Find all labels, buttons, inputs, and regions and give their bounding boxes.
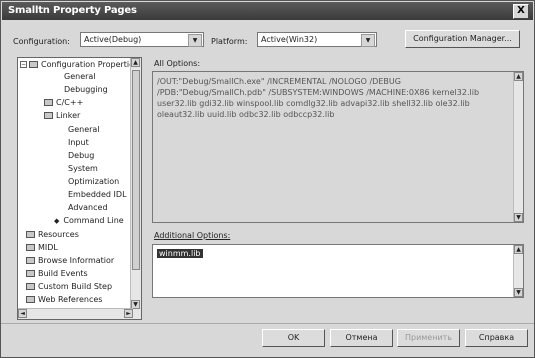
settings-tree[interactable]: − Configuration Propertie General Debuggi… <box>17 57 142 320</box>
tree-item-linker-system[interactable]: System <box>68 164 98 174</box>
folder-icon <box>29 61 38 68</box>
folder-icon <box>26 231 35 238</box>
divider <box>1 323 534 324</box>
tree-item-linker-debug[interactable]: Debug <box>68 151 94 161</box>
additional-options-scrollbar[interactable]: ▲ ▼ <box>513 245 523 297</box>
tree-item-cpp[interactable]: C/C++ <box>44 98 83 108</box>
additional-options-textbox[interactable]: winmm.lib ▲ ▼ <box>152 244 524 298</box>
tree-horizontal-scrollbar[interactable]: ◄ ► <box>18 308 133 319</box>
configuration-value: Active(Debug) <box>84 35 142 44</box>
configuration-select[interactable]: Active(Debug) ▼ <box>80 32 204 47</box>
tree-item-linker[interactable]: Linker <box>44 111 80 121</box>
scroll-up-icon[interactable]: ▲ <box>514 72 523 81</box>
tree-vertical-scrollbar[interactable]: ▲ ▼ <box>130 58 141 319</box>
tree-item-linker-optimization[interactable]: Optimization <box>68 177 119 187</box>
platform-label: Platform: <box>211 37 248 46</box>
all-options-label: All Options: <box>154 59 201 68</box>
folder-icon <box>26 244 35 251</box>
scroll-left-icon[interactable]: ◄ <box>18 309 27 318</box>
tree-item-web-references[interactable]: Web References <box>26 295 102 305</box>
help-button[interactable]: Справка <box>465 329 528 347</box>
tree-item-configuration-properties[interactable]: − Configuration Propertie <box>20 60 134 70</box>
additional-options-value: winmm.lib <box>157 249 203 258</box>
additional-options-label: Additional Options: <box>154 231 231 240</box>
tree-item-resources[interactable]: Resources <box>26 230 79 240</box>
tree-item-build-events[interactable]: Build Events <box>26 269 88 279</box>
chevron-down-icon[interactable]: ▼ <box>361 34 375 47</box>
apply-button[interactable]: Применить <box>397 329 460 347</box>
tree-item-command-line[interactable]: ◆ Command Line <box>54 216 124 226</box>
scroll-up-icon[interactable]: ▲ <box>131 58 140 67</box>
tree-item-linker-input[interactable]: Input <box>68 138 89 148</box>
configuration-manager-button[interactable]: Configuration Manager... <box>405 30 520 48</box>
folder-icon <box>26 270 35 277</box>
ok-button[interactable]: OK <box>262 329 325 347</box>
all-options-scrollbar[interactable]: ▲ ▼ <box>513 72 523 222</box>
title-bar[interactable]: Smalltn Property Pages X <box>2 2 533 20</box>
folder-icon <box>44 112 53 119</box>
tree-item-linker-embedded-idl[interactable]: Embedded IDL <box>68 190 127 200</box>
cancel-button[interactable]: Отмена <box>330 329 393 347</box>
tree-item-browse-information[interactable]: Browse Informatior <box>26 256 114 266</box>
tree-item-custom-build-step[interactable]: Custom Build Step <box>26 282 112 292</box>
platform-value: Active(Win32) <box>261 35 318 44</box>
folder-icon <box>26 257 35 264</box>
all-options-text: /OUT:"Debug/SmallCh.exe" /INCREMENTAL /N… <box>157 77 480 119</box>
tree-item-general[interactable]: General <box>64 72 96 82</box>
platform-select[interactable]: Active(Win32) ▼ <box>257 32 377 47</box>
configuration-label: Configuration: <box>13 37 70 46</box>
scrollbar-thumb[interactable] <box>132 70 140 270</box>
scroll-up-icon[interactable]: ▲ <box>514 245 523 254</box>
tree-item-debugging[interactable]: Debugging <box>64 85 108 95</box>
arrow-right-icon: ◆ <box>54 217 60 225</box>
close-button[interactable]: X <box>513 4 529 19</box>
tree-item-linker-general[interactable]: General <box>68 125 100 135</box>
folder-icon <box>26 296 35 303</box>
collapse-icon[interactable]: − <box>20 61 27 68</box>
scroll-down-icon[interactable]: ▼ <box>514 213 523 222</box>
window-title: Smalltn Property Pages <box>8 5 137 16</box>
folder-icon <box>26 283 35 290</box>
scroll-down-icon[interactable]: ▼ <box>514 288 523 297</box>
folder-icon <box>44 99 53 106</box>
all-options-textbox[interactable]: /OUT:"Debug/SmallCh.exe" /INCREMENTAL /N… <box>152 71 524 223</box>
scroll-right-icon[interactable]: ► <box>124 309 133 318</box>
property-pages-window: Smalltn Property Pages X Configuration: … <box>0 0 535 358</box>
chevron-down-icon[interactable]: ▼ <box>188 34 202 47</box>
tree-item-midl[interactable]: MIDL <box>26 243 58 253</box>
tree-item-linker-advanced[interactable]: Advanced <box>68 203 108 213</box>
